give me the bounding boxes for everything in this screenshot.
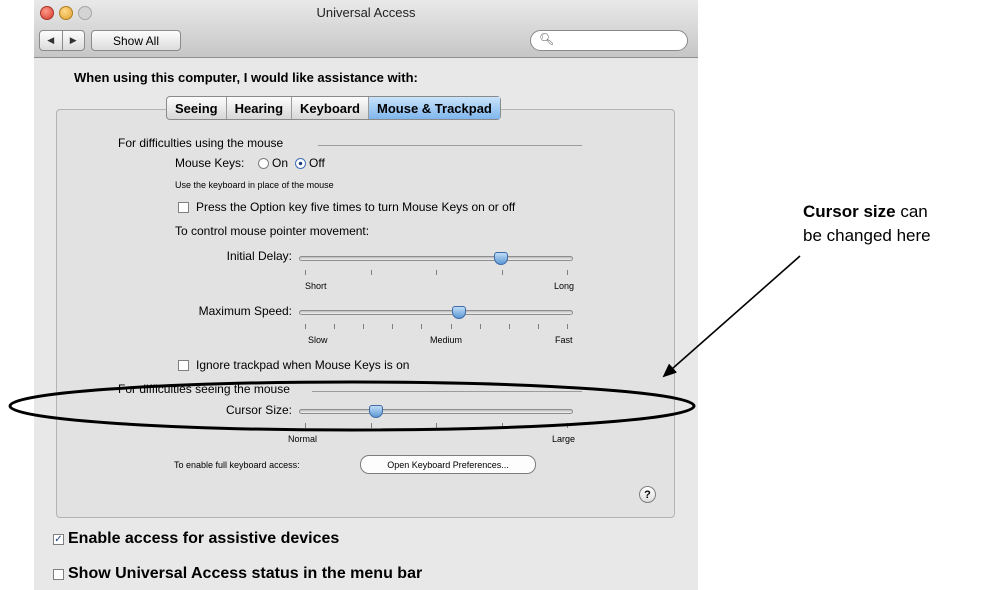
callout-rest: can <box>895 202 928 221</box>
callout-arrow <box>662 255 801 378</box>
callout-text: Cursor size can be changed here <box>803 200 931 248</box>
callout-line2: be changed here <box>803 226 931 245</box>
highlight-ellipse <box>8 380 696 432</box>
annotation-overlay <box>8 255 801 432</box>
callout-bold: Cursor size <box>803 202 896 221</box>
